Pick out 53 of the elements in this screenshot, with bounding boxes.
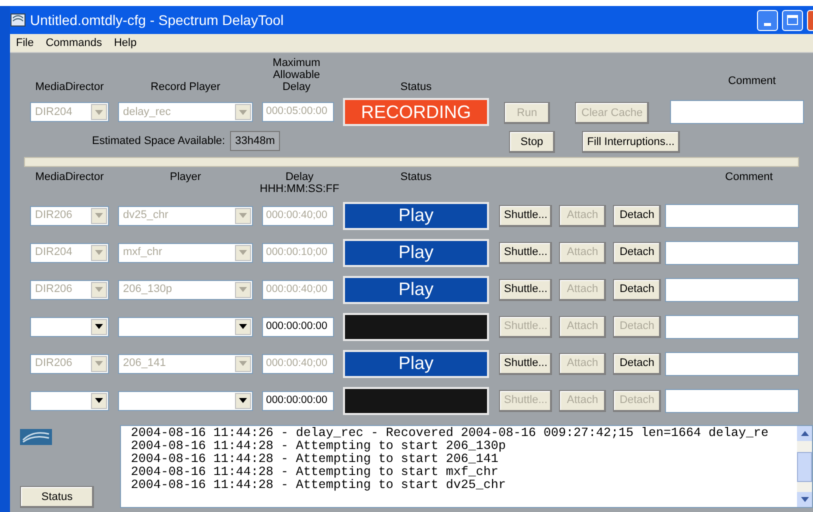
- log-line: 2004-08-16 11:44:28 - Attempting to start 206_141: [130, 453, 498, 466]
- column-header: MediaDirector: [34, 171, 105, 183]
- space-value: 33h48m: [230, 131, 280, 151]
- column-header: MediaDirector: [34, 81, 105, 93]
- status-indicator: RECORDING: [343, 98, 489, 126]
- menu-item[interactable]: Commands: [46, 34, 102, 52]
- dropdown-field[interactable]: [118, 390, 253, 410]
- scroll-thumb[interactable]: [797, 452, 812, 482]
- comment-field[interactable]: [665, 314, 799, 338]
- column-header: Maximum Allowable Delay: [272, 57, 322, 93]
- column-header: Status: [399, 81, 433, 93]
- comment-field[interactable]: [665, 352, 799, 376]
- menu-item[interactable]: File: [16, 34, 34, 52]
- app-icon: [10, 12, 26, 28]
- window-title: Untitled.omtdly-cfg - Spectrum DelayTool: [30, 10, 284, 30]
- log-line: 2004-08-16 11:44:28 - Attempting to start mxf_chr: [130, 466, 500, 479]
- dropdown-field[interactable]: [30, 316, 109, 336]
- log-line: 2004-08-16 11:44:26 - delay_rec - Recovered 2004-08-16 009:27:42;15 len=1664 delay_re: [130, 427, 770, 440]
- maximize-icon: [787, 15, 798, 25]
- minimize-button[interactable]: [757, 10, 778, 30]
- column-header: Delay: [285, 171, 314, 183]
- log-line: 2004-08-16 11:44:28 - Attempting to start dv25_chr: [130, 479, 507, 492]
- status-indicator: Play: [343, 276, 489, 304]
- comment-field[interactable]: [665, 388, 799, 412]
- action-button[interactable]: Fill Interruptions...: [582, 131, 680, 154]
- comment-field[interactable]: [665, 204, 799, 228]
- status-button[interactable]: Status: [20, 486, 94, 508]
- column-header: Record Player: [150, 81, 222, 93]
- delay-field[interactable]: 000:00:00:00: [262, 390, 334, 410]
- column-header: Status: [399, 171, 433, 183]
- delay-field[interactable]: 000:00:00:00: [262, 316, 334, 336]
- comment-field[interactable]: [665, 278, 799, 302]
- scroll-down-icon: [797, 492, 812, 507]
- scroll-up-icon: [797, 426, 812, 441]
- log-line: 2004-08-16 11:44:28 - Attempting to start 206_130p: [130, 440, 507, 453]
- dropdown-field[interactable]: [30, 390, 109, 410]
- comment-field[interactable]: [665, 240, 799, 264]
- column-header: Comment: [727, 75, 777, 87]
- action-button[interactable]: Stop: [508, 131, 555, 154]
- logo-icon: [20, 429, 52, 445]
- column-header: Comment: [724, 171, 774, 183]
- space-label: Estimated Space Available:: [92, 134, 226, 149]
- status-indicator: Play: [343, 238, 489, 266]
- column-header: Player: [168, 171, 202, 183]
- status-indicator: Play: [343, 202, 489, 230]
- status-indicator: Play: [343, 350, 489, 378]
- minimize-icon: [764, 22, 771, 26]
- column-header: HHH:MM:SS:FF: [260, 183, 340, 195]
- scrollbar[interactable]: [797, 426, 812, 507]
- dropdown-field[interactable]: [118, 316, 253, 336]
- menu-item[interactable]: Help: [114, 34, 137, 52]
- maximize-button[interactable]: [782, 10, 803, 30]
- comment-field[interactable]: [670, 100, 804, 124]
